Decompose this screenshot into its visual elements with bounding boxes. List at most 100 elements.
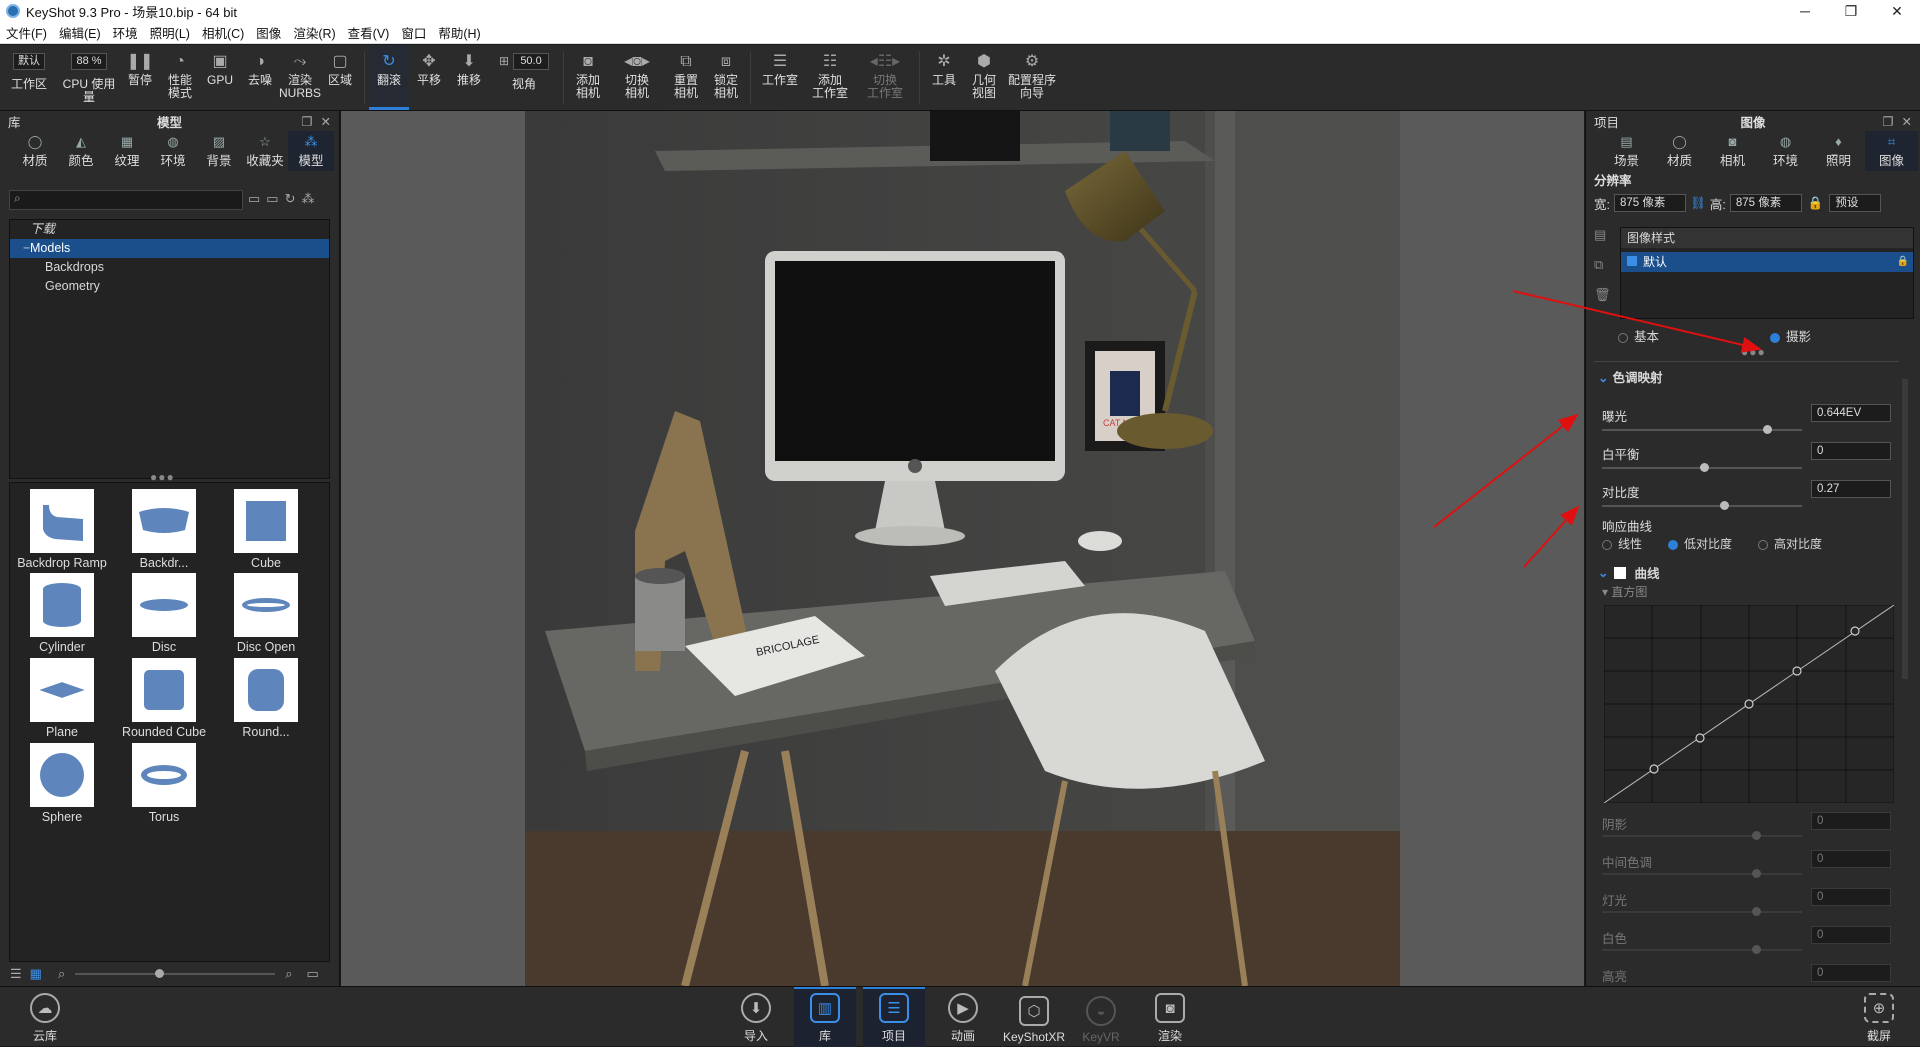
tab-colors[interactable]: ◭ 颜色 bbox=[58, 131, 104, 171]
share-icon[interactable]: ⁂ bbox=[302, 191, 315, 207]
zoom-out-icon[interactable]: ⌕ bbox=[58, 966, 65, 982]
undock-icon[interactable]: ❐ bbox=[301, 114, 312, 129]
render-button[interactable]: ◙ 渲染 bbox=[1139, 987, 1201, 1047]
tab-models[interactable]: ⁂ 模型 bbox=[288, 131, 334, 171]
tab-environments[interactable]: ◍ 环境 bbox=[150, 131, 196, 171]
exposure-slider[interactable] bbox=[1602, 425, 1802, 434]
pan-button[interactable]: ✥ 平移 bbox=[409, 45, 449, 110]
model-item-disc[interactable]: Disc bbox=[116, 573, 212, 654]
model-item-backdrop[interactable]: Backdr... bbox=[116, 489, 212, 570]
tab-environment[interactable]: ◍ 环境 bbox=[1759, 131, 1812, 171]
cloud-library-button[interactable]: ☁ 云库 bbox=[14, 987, 76, 1047]
gpu-button[interactable]: ▣ GPU bbox=[200, 45, 240, 110]
shadows-slider[interactable] bbox=[1602, 831, 1802, 840]
exposure-slider-knob[interactable] bbox=[1762, 425, 1772, 434]
curve-point[interactable] bbox=[1695, 733, 1705, 743]
curve-high-contrast-option[interactable]: 高对比度 bbox=[1758, 535, 1822, 552]
studio-button[interactable]: ☰ 工作室 bbox=[755, 45, 805, 110]
denoise-button[interactable]: ◑ 去噪 bbox=[240, 45, 280, 110]
exposure-field[interactable]: 0.644EV bbox=[1811, 404, 1891, 422]
curves-section-header[interactable]: ⌄ 曲线 bbox=[1598, 563, 1660, 582]
slider-knob[interactable] bbox=[155, 968, 165, 978]
whites-slider-knob[interactable] bbox=[1752, 945, 1761, 954]
white-balance-slider-knob[interactable] bbox=[1700, 463, 1709, 472]
splitter-handle[interactable]: ●●● bbox=[1741, 345, 1766, 359]
tonemap-section-header[interactable]: ⌄ 色调映射 bbox=[1598, 367, 1663, 386]
tab-lighting[interactable]: ♦ 照明 bbox=[1812, 131, 1865, 171]
edit-style-icon[interactable]: ▤ bbox=[1594, 227, 1611, 243]
contrast-field[interactable]: 0.27 bbox=[1811, 480, 1891, 498]
undock-icon[interactable]: ❐ bbox=[1882, 114, 1893, 129]
close-button[interactable]: ✕ bbox=[1874, 0, 1920, 22]
curves-graph[interactable] bbox=[1604, 605, 1894, 803]
model-item-rounded-cylinder[interactable]: Round... bbox=[218, 658, 314, 739]
link-icon[interactable]: ⛓ bbox=[1690, 196, 1706, 211]
folder-add-icon[interactable]: ▭ bbox=[266, 191, 278, 207]
scrollbar[interactable] bbox=[1902, 379, 1908, 679]
contrast-slider-knob[interactable] bbox=[1719, 501, 1729, 510]
project-toggle-button[interactable]: ☰ 项目 bbox=[863, 987, 925, 1047]
whites-field[interactable]: 0 bbox=[1811, 926, 1891, 944]
tree-item-backdrops[interactable]: Backdrops bbox=[10, 258, 329, 277]
model-item-sphere[interactable]: Sphere bbox=[14, 743, 110, 824]
midtones-slider[interactable] bbox=[1602, 869, 1802, 878]
highlights-field[interactable]: 0 bbox=[1811, 964, 1891, 982]
radio-basic[interactable] bbox=[1618, 332, 1628, 343]
curve-point[interactable] bbox=[1792, 666, 1802, 676]
switch-studio-button[interactable]: ◂☷▸ 切换 工作室 bbox=[855, 45, 915, 110]
tab-image[interactable]: ⌗ 图像 bbox=[1865, 131, 1918, 171]
radio-linear[interactable] bbox=[1602, 539, 1612, 550]
model-item-cube[interactable]: Cube bbox=[218, 489, 314, 570]
image-style-item-default[interactable]: 默认 🔒 bbox=[1621, 252, 1913, 272]
close-panel-icon[interactable]: ✕ bbox=[1902, 114, 1912, 129]
mode-basic-option[interactable]: 基本 bbox=[1618, 326, 1659, 345]
import-button[interactable]: ⬇ 导入 bbox=[725, 987, 787, 1047]
width-field[interactable]: 875 像素 bbox=[1613, 194, 1686, 212]
midtones-slider-knob[interactable] bbox=[1752, 869, 1761, 878]
reset-camera-button[interactable]: ⧉ 重置 相机 bbox=[666, 45, 706, 110]
menu-edit[interactable]: 编辑(E) bbox=[53, 23, 107, 42]
switch-camera-button[interactable]: ◂◙▸ 切换 相机 bbox=[608, 45, 666, 110]
animation-button[interactable]: ▶ 动画 bbox=[932, 987, 994, 1047]
tree-item-models[interactable]: − Models bbox=[10, 239, 329, 258]
keyshotxr-button[interactable]: ⬡ KeyShotXR bbox=[1001, 987, 1067, 1047]
tree-item-geometry[interactable]: Geometry bbox=[10, 277, 329, 296]
tab-backplates[interactable]: ▨ 背景 bbox=[196, 131, 242, 171]
tab-materials[interactable]: ◯ 材质 bbox=[12, 131, 58, 171]
height-field[interactable]: 875 像素 bbox=[1729, 194, 1802, 212]
curve-point[interactable] bbox=[1744, 699, 1754, 709]
histogram-header[interactable]: ▾ 直方图 bbox=[1602, 583, 1647, 600]
model-item-torus[interactable]: Torus bbox=[116, 743, 212, 824]
dolly-button[interactable]: ⬇ 推移 bbox=[449, 45, 489, 110]
maximize-button[interactable]: ❐ bbox=[1828, 0, 1874, 22]
render-viewport[interactable]: BRICOLAGE CAT MAN bbox=[341, 111, 1584, 986]
lock-camera-button[interactable]: ⧈ 锁定 相机 bbox=[706, 45, 746, 110]
contrast-slider[interactable] bbox=[1602, 501, 1802, 510]
tab-material[interactable]: ◯ 材质 bbox=[1653, 131, 1706, 171]
fov-tool[interactable]: ⊞ 50.0 视角 bbox=[489, 45, 559, 110]
workspace-tool[interactable]: 默认 工作区 bbox=[0, 45, 58, 110]
mode-photo-option[interactable]: 摄影 bbox=[1770, 326, 1811, 345]
menu-help[interactable]: 帮助(H) bbox=[432, 23, 486, 42]
curve-low-contrast-option[interactable]: 低对比度 bbox=[1668, 535, 1732, 552]
list-view-icon[interactable]: ☰ bbox=[10, 966, 22, 982]
tab-camera[interactable]: ◙ 相机 bbox=[1706, 131, 1759, 171]
model-item-disc-open[interactable]: Disc Open bbox=[218, 573, 314, 654]
performance-mode-button[interactable]: ◔ 性能 模式 bbox=[160, 45, 200, 110]
workspace-select[interactable]: 默认 bbox=[13, 53, 45, 70]
preset-dropdown[interactable]: 预设 bbox=[1829, 194, 1882, 212]
menu-file[interactable]: 文件(F) bbox=[0, 23, 53, 42]
radio-photographic[interactable] bbox=[1770, 332, 1780, 343]
pause-button[interactable]: ❚❚ 暂停 bbox=[120, 45, 160, 110]
menu-image[interactable]: 图像 bbox=[250, 23, 287, 42]
zoom-in-icon[interactable]: ⌕ bbox=[285, 966, 292, 982]
lights-slider[interactable] bbox=[1602, 907, 1802, 916]
collapse-icon[interactable]: − bbox=[23, 239, 30, 258]
open-folder-icon[interactable]: ▭ bbox=[248, 191, 260, 207]
tab-textures[interactable]: ▦ 纹理 bbox=[104, 131, 150, 171]
folder-icon[interactable]: ▭ bbox=[307, 966, 319, 982]
refresh-icon[interactable]: ↻ bbox=[285, 191, 296, 207]
screenshot-button[interactable]: ⊕ 截屏 bbox=[1848, 987, 1910, 1047]
tumble-button[interactable]: ↻ 翻滚 bbox=[369, 45, 409, 110]
curve-linear-option[interactable]: 线性 bbox=[1602, 535, 1642, 552]
